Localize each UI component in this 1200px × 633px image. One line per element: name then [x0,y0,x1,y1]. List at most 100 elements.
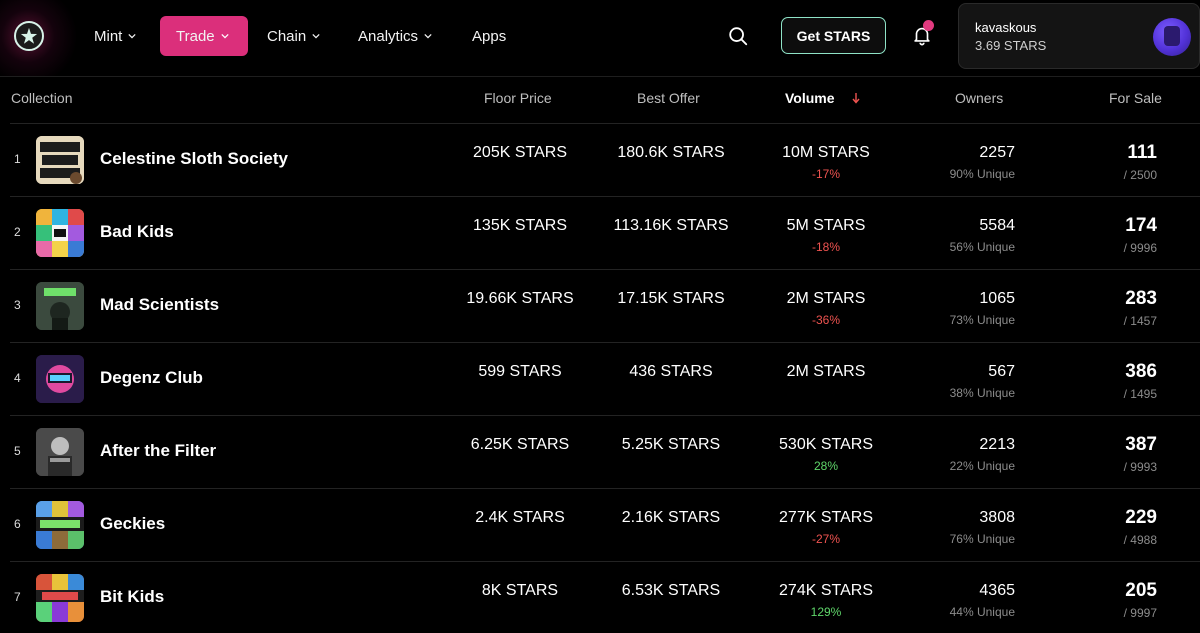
total-supply: / 1457 [1123,314,1157,328]
row-rank: 1 [14,152,21,166]
collection-thumbnail[interactable] [36,209,84,257]
arrow-down-icon[interactable] [851,92,861,104]
volume-change: -27% [811,532,840,546]
nav-item-apps[interactable]: Apps [456,16,522,56]
nav-item-mint[interactable]: Mint [78,16,152,56]
header-volume[interactable]: Volume [785,90,835,106]
for-sale-count: 229 [1125,507,1157,528]
table-row[interactable]: 4 Degenz Club 599 STARS 436 STARS 2M STARS 56… [10,342,1200,415]
header-floor-price[interactable]: Floor Price [484,90,552,106]
nav-item-label: Chain [267,27,307,45]
table-row[interactable]: 7 Bit Kids 8K STARS 6.53K STARS 274K STARS 12… [10,561,1200,633]
header-collection[interactable]: Collection [11,90,72,106]
volume: 10M STARS [782,144,870,161]
nav-item-label: Apps [472,27,507,45]
volume-change: 129% [810,605,842,619]
owners-unique: 56% Unique [949,240,1015,254]
header-owners[interactable]: Owners [955,90,1003,106]
chevron-down-icon [221,33,229,39]
best-offer: 113.16K STARS [613,217,729,234]
floor-price: 19.66K STARS [466,290,574,307]
floor-price: 8K STARS [481,582,559,599]
collection-thumbnail[interactable] [36,574,84,622]
top-navbar: Mint Trade Chain Analytics Apps Get STAR… [0,0,1200,76]
collection-name[interactable]: Celestine Sloth Society [100,149,288,169]
for-sale-count: 174 [1125,215,1157,236]
wallet-balance: 3.69 STARS [975,38,1047,53]
table-header: Collection Floor Price Best Offer Volume… [0,76,1200,123]
volume: 2M STARS [786,363,866,380]
chevron-down-icon [424,33,432,39]
search-icon[interactable] [727,25,749,47]
get-stars-button[interactable]: Get STARS [781,17,886,54]
owners-count: 1065 [979,290,1015,307]
best-offer: 436 STARS [629,363,713,380]
table-row[interactable]: 3 Mad Scientists 19.66K STARS 17.15K STARS 2… [10,269,1200,342]
collection-name[interactable]: Bad Kids [100,222,174,242]
floor-price: 205K STARS [473,144,567,161]
table-row[interactable]: 5 After the Filter 6.25K STARS 5.25K STARS 5… [10,415,1200,488]
owners-count: 4365 [979,582,1015,599]
for-sale-count: 283 [1125,288,1157,309]
collection-name[interactable]: Mad Scientists [100,295,219,315]
best-offer: 17.15K STARS [617,290,725,307]
best-offer: 5.25K STARS [621,436,721,453]
owners-unique: 38% Unique [949,386,1015,400]
volume: 2M STARS [786,290,866,307]
volume-change: -18% [811,240,840,254]
row-rank: 2 [14,225,21,239]
row-rank: 5 [14,444,21,458]
table-row[interactable]: 6 Geckies 2.4K STARS 2.16K STARS 277K STARS -… [10,488,1200,561]
collection-name[interactable]: Degenz Club [100,368,203,388]
best-offer: 2.16K STARS [621,509,721,526]
collection-name[interactable]: After the Filter [100,441,216,461]
row-rank: 3 [14,298,21,312]
for-sale-count: 386 [1125,361,1157,382]
volume: 530K STARS [779,436,873,453]
star-logo-icon [20,27,38,44]
volume-change: 28% [813,459,839,473]
avatar [1153,18,1191,56]
owners-unique: 22% Unique [949,459,1015,473]
header-best-offer[interactable]: Best Offer [637,90,700,106]
collection-name[interactable]: Geckies [100,514,165,534]
volume: 5M STARS [786,217,866,234]
row-rank: 4 [14,371,21,385]
volume: 274K STARS [779,582,873,599]
volume-change: -17% [811,167,840,181]
nav-item-label: Analytics [358,27,419,45]
chevron-down-icon [312,33,320,39]
nav-item-label: Trade [176,27,215,45]
owners-unique: 90% Unique [949,167,1015,181]
total-supply: / 2500 [1123,168,1157,182]
owners-count: 3808 [979,509,1015,526]
nav-item-chain[interactable]: Chain [251,16,336,56]
nav-item-label: Mint [94,27,123,45]
best-offer: 6.53K STARS [621,582,721,599]
collection-thumbnail[interactable] [36,355,84,403]
row-rank: 6 [14,517,21,531]
wallet-menu[interactable]: kavaskous 3.69 STARS [958,3,1200,69]
owners-count: 567 [988,363,1015,380]
collection-name[interactable]: Bit Kids [100,587,164,607]
for-sale-count: 387 [1125,434,1157,455]
table-row[interactable]: 1 Celestine Sloth Society 205K STARS 180.6K… [10,123,1200,196]
total-supply: / 9996 [1123,241,1157,255]
collection-thumbnail[interactable] [36,282,84,330]
for-sale-count: 111 [1127,142,1157,163]
nav-item-trade[interactable]: Trade [160,16,248,56]
collection-thumbnail[interactable] [36,428,84,476]
owners-count: 2257 [979,144,1015,161]
collection-thumbnail[interactable] [36,501,84,549]
total-supply: / 9997 [1123,606,1157,620]
stargaze-logo-icon[interactable] [14,21,44,51]
row-rank: 7 [14,590,21,604]
total-supply: / 9993 [1123,460,1157,474]
notification-badge [923,20,934,31]
collection-thumbnail[interactable] [36,136,84,184]
owners-unique: 73% Unique [949,313,1015,327]
nav-item-analytics[interactable]: Analytics [342,16,448,56]
table-row[interactable]: 2 Bad Kids 135K STARS 113.16K STARS 5M STARS… [10,196,1200,269]
total-supply: / 4988 [1123,533,1157,547]
header-for-sale[interactable]: For Sale [1109,90,1162,106]
